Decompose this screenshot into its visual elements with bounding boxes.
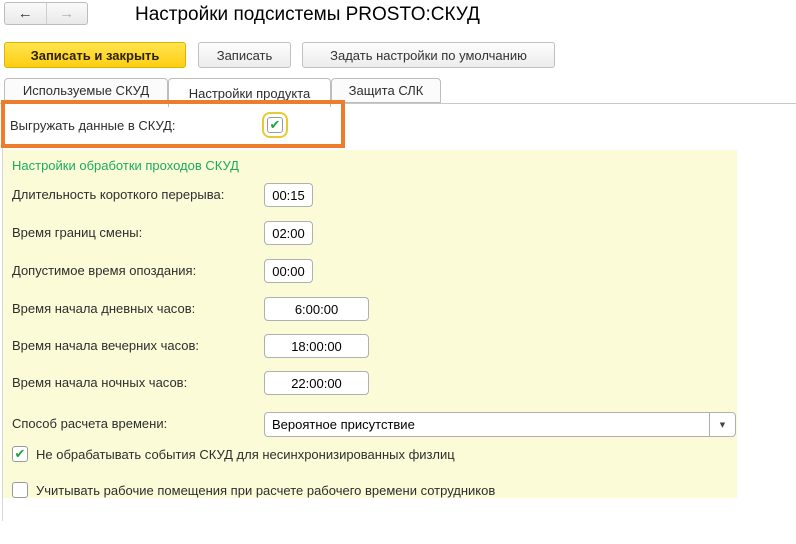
field-label: Длительность короткого перерыва:: [12, 187, 224, 202]
field-label: Время начала вечерних часов:: [12, 338, 199, 353]
combo-row: Способ расчета времени: ▼: [3, 412, 737, 436]
export-to-acs-label: Выгружать данные в СКУД:: [10, 118, 176, 133]
field-row: Длительность короткого перерыва:: [3, 183, 737, 207]
back-button[interactable]: ←: [5, 3, 47, 24]
field-label: Время начала ночных часов:: [12, 375, 187, 390]
field-row: Время начала дневных часов:: [3, 297, 737, 321]
field-row: Допустимое время опоздания:: [3, 259, 737, 283]
evening-hours-start-input[interactable]: [264, 334, 369, 358]
field-row: Время границ смены:: [3, 221, 737, 245]
export-to-acs-checkbox[interactable]: ✔: [267, 117, 283, 133]
settings-window: ← → Настройки подсистемы PROSTO:СКУД Зап…: [0, 0, 796, 544]
allowed-lateness-input[interactable]: [264, 259, 313, 283]
field-label: Время начала дневных часов:: [12, 301, 195, 316]
field-label: Допустимое время опоздания:: [12, 263, 196, 278]
tabstrip-divider: [0, 103, 796, 104]
checkbox-label: Учитывать рабочие помещения при расчете …: [36, 483, 495, 498]
skip-unsynced-persons-checkbox[interactable]: ✔: [12, 446, 28, 462]
count-work-rooms-checkbox[interactable]: ✔: [12, 482, 28, 498]
chevron-down-icon: ▼: [720, 421, 725, 429]
tab-used-acs[interactable]: Используемые СКУД: [4, 78, 168, 103]
pass-processing-panel: Настройки обработки проходов СКУД Длител…: [3, 150, 737, 498]
field-row: Время начала ночных часов:: [3, 371, 737, 395]
page-title: Настройки подсистемы PROSTO:СКУД: [135, 4, 480, 26]
forward-arrow-icon: →: [59, 5, 74, 22]
day-hours-start-input[interactable]: [264, 297, 369, 321]
field-row: Время начала вечерних часов:: [3, 334, 737, 358]
tab-label: Защита СЛК: [349, 83, 424, 98]
tab-label: Используемые СКУД: [23, 83, 149, 98]
field-label: Время границ смены:: [12, 225, 142, 240]
field-label: Способ расчета времени:: [12, 416, 167, 431]
combobox-dropdown-button[interactable]: ▼: [709, 412, 736, 437]
forward-button[interactable]: →: [47, 3, 88, 24]
panel-header: Настройки обработки проходов СКУД: [12, 158, 239, 173]
checkbox-row: ✔ Учитывать рабочие помещения при расчет…: [12, 482, 495, 498]
tab-slk-protection[interactable]: Защита СЛК: [331, 78, 441, 103]
back-arrow-icon: ←: [18, 5, 33, 22]
nav-button-group: ← →: [4, 2, 88, 25]
tab-label: Настройки продукта: [189, 86, 311, 101]
save-button[interactable]: Записать: [198, 42, 291, 68]
shift-boundary-time-input[interactable]: [264, 221, 313, 245]
set-defaults-button[interactable]: Задать настройки по умолчанию: [302, 42, 555, 68]
checkbox-label: Не обрабатывать события СКУД для несинхр…: [36, 447, 455, 462]
checkmark-icon: ✔: [270, 119, 281, 132]
checkbox-row: ✔ Не обрабатывать события СКУД для несин…: [12, 446, 455, 462]
short-break-duration-input[interactable]: [264, 183, 313, 207]
time-calc-method-combobox: ▼: [264, 412, 736, 437]
tab-product-settings[interactable]: Настройки продукта: [168, 78, 331, 107]
save-and-close-button[interactable]: Записать и закрыть: [4, 42, 186, 68]
checkmark-icon: ✔: [15, 448, 26, 461]
time-calc-method-input[interactable]: [264, 412, 709, 437]
night-hours-start-input[interactable]: [264, 371, 369, 395]
